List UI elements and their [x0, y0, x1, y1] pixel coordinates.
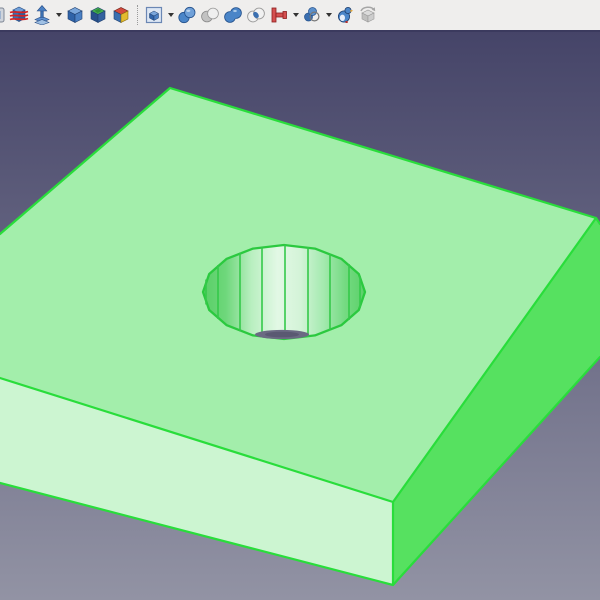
- boolean-spheres-icon: [177, 5, 197, 25]
- intersection-button[interactable]: [245, 3, 267, 27]
- clipped-toolbar-button[interactable]: [0, 3, 7, 27]
- cross-sections-icon: [9, 5, 29, 25]
- compound-tools-dropdown-arrow[interactable]: [166, 3, 175, 27]
- extrude-button[interactable]: [31, 3, 53, 27]
- hole-bottom-opening-core: [265, 332, 299, 338]
- check-geometry-icon: [335, 5, 355, 25]
- boolean-button[interactable]: [176, 3, 198, 27]
- hole[interactable]: [203, 245, 365, 339]
- extrude-icon: [32, 5, 52, 25]
- union-spheres-icon: [223, 5, 243, 25]
- toolbar-separator: [137, 5, 138, 25]
- intersection-spheres-icon: [246, 5, 266, 25]
- defeaturing-button[interactable]: [357, 3, 379, 27]
- box-primitive-icon: [65, 5, 85, 25]
- cut-button[interactable]: [199, 3, 221, 27]
- join-features-button[interactable]: [268, 3, 290, 27]
- defeaturing-icon: [358, 5, 378, 25]
- cut-spheres-icon: [200, 5, 220, 25]
- viewport-3d[interactable]: [0, 30, 600, 600]
- face-cube-button[interactable]: [87, 3, 109, 27]
- union-button[interactable]: [222, 3, 244, 27]
- viewport-top-edge: [0, 30, 600, 32]
- shape-builder-button[interactable]: [110, 3, 132, 27]
- cross-sections-button[interactable]: [8, 3, 30, 27]
- clipped-icon: [0, 5, 7, 25]
- face-cube-icon: [88, 5, 108, 25]
- check-geometry-button[interactable]: [334, 3, 356, 27]
- hole-wall[interactable]: [203, 245, 365, 339]
- compound-tools-icon: [144, 5, 164, 25]
- shape-builder-icon: [111, 5, 131, 25]
- join-features-icon: [269, 5, 289, 25]
- compound-tools-button[interactable]: [143, 3, 165, 27]
- splitting-tools-button[interactable]: [301, 3, 323, 27]
- box-primitive-button[interactable]: [64, 3, 86, 27]
- main-toolbar: [0, 0, 600, 30]
- join-features-dropdown-arrow[interactable]: [291, 3, 300, 27]
- extrude-dropdown-arrow[interactable]: [54, 3, 63, 27]
- splitting-tools-icon: [302, 5, 322, 25]
- splitting-tools-dropdown-arrow[interactable]: [324, 3, 333, 27]
